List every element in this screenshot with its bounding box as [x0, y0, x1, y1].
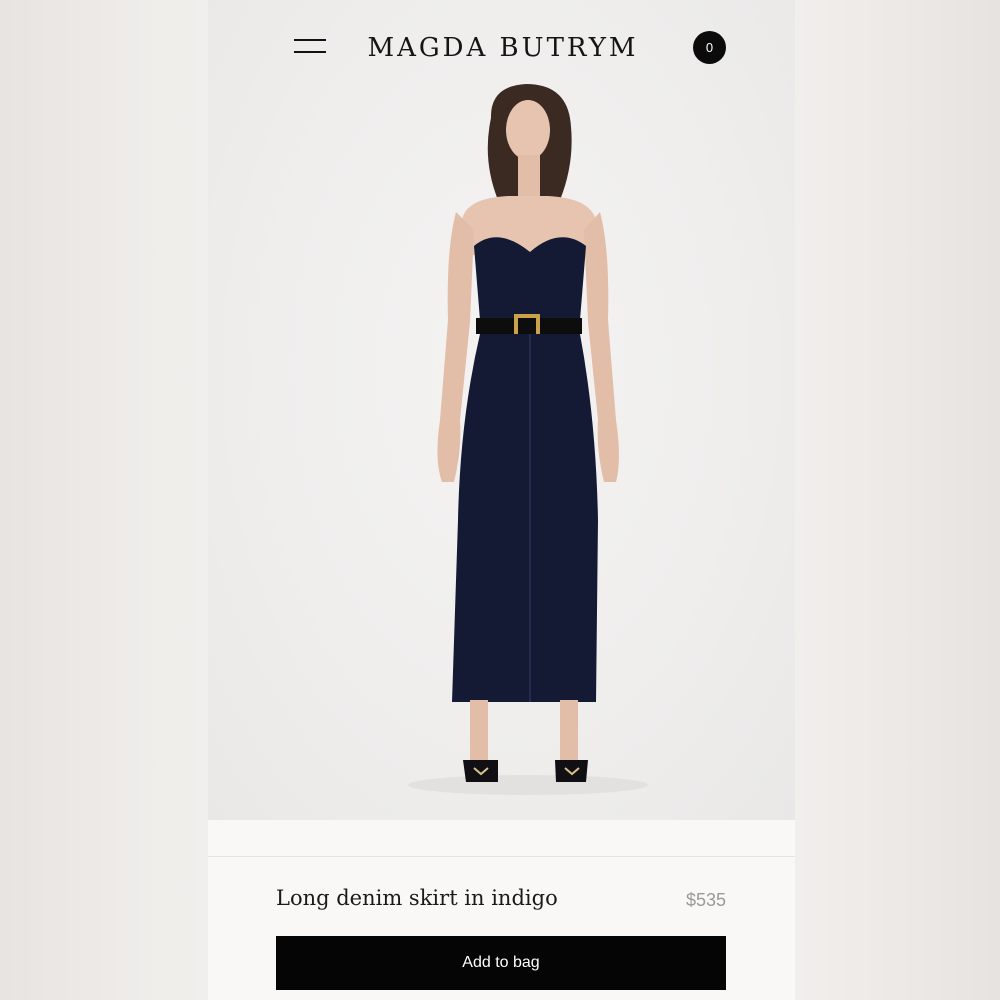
- product-title: Long denim skirt in indigo: [276, 886, 558, 910]
- hamburger-menu-icon[interactable]: [292, 36, 328, 58]
- add-to-bag-button[interactable]: Add to bag: [276, 936, 726, 990]
- cart-count-badge[interactable]: 0: [693, 31, 726, 64]
- product-page: MAGDA BUTRYM 0 Long denim skirt in indig…: [208, 0, 795, 1000]
- product-image[interactable]: [208, 0, 795, 820]
- menu-bar-top: [294, 39, 326, 41]
- product-price: $535: [685, 890, 726, 910]
- divider: [208, 856, 795, 857]
- background-right: [795, 0, 1000, 1000]
- site-header: MAGDA BUTRYM 0: [208, 0, 795, 95]
- brand-logo[interactable]: MAGDA BUTRYM: [358, 30, 648, 66]
- background-left: [0, 0, 208, 1000]
- menu-bar-bottom: [294, 51, 326, 53]
- model-illustration: [408, 84, 648, 795]
